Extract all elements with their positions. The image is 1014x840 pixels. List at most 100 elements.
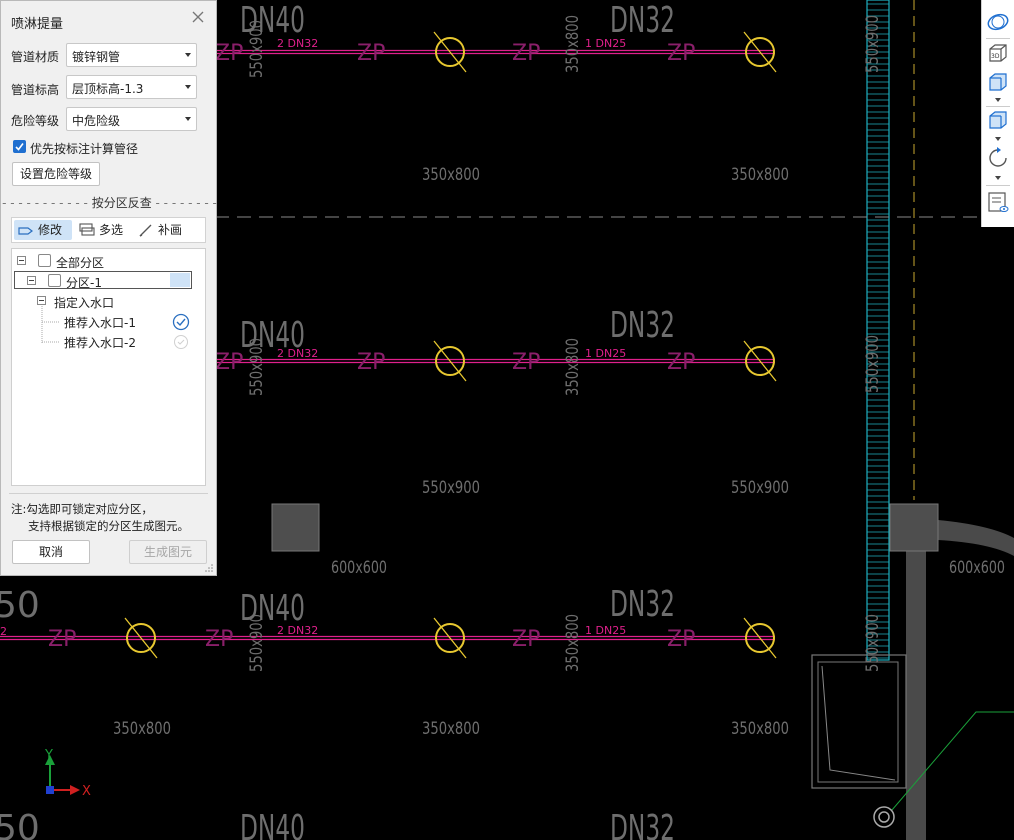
zp-marker: ZP xyxy=(357,41,385,66)
hazard-level-label: 危险等级 xyxy=(11,114,60,128)
zp-marker: ZP xyxy=(512,350,540,375)
axis-x-label: X xyxy=(82,784,91,799)
tool-modify-button[interactable]: 修改 xyxy=(14,220,72,240)
chevron-down-icon[interactable] xyxy=(995,98,1001,102)
chevron-down-icon xyxy=(185,117,191,121)
tree-item-inlet-1[interactable]: 推荐入水口-1 xyxy=(64,314,136,331)
3d-view-icon[interactable]: 3D xyxy=(986,41,1010,65)
zone-tree: 全部分区 分区-1 指定入水口 推荐入水口-1 推荐入水口-2 xyxy=(11,248,206,486)
tool-multiselect-button[interactable]: 多选 xyxy=(75,220,133,240)
note-line-2: 支持根据锁定的分区生成图元。 xyxy=(28,519,189,533)
view-cube-icon[interactable] xyxy=(986,70,1010,94)
tool-modify-label: 修改 xyxy=(38,223,63,237)
zp-marker: ZP xyxy=(667,627,695,652)
divider xyxy=(9,493,208,494)
pipe-count-label: 2 DN32 xyxy=(277,624,318,637)
section-title: 按分区反查 xyxy=(91,196,152,210)
checkmark-icon xyxy=(15,143,24,151)
cancel-button[interactable]: 取消 xyxy=(12,540,90,564)
pipe-count-label: 1 DN25 xyxy=(585,37,626,50)
wall-segment xyxy=(906,540,926,840)
pipe-size-label-partial: 50 xyxy=(0,808,40,840)
tool-multiselect-label: 多选 xyxy=(99,223,124,237)
pipe-count-label: 2 DN32 xyxy=(277,37,318,50)
layer-visibility-icon[interactable] xyxy=(986,190,1010,214)
beam-size-label: 350x800 xyxy=(422,165,480,185)
chevron-down-icon[interactable] xyxy=(995,137,1001,141)
pipe-size-label: DN32 xyxy=(610,305,675,346)
generate-elements-button[interactable]: 生成图元 xyxy=(129,540,207,564)
pipe-size-label: DN32 xyxy=(610,0,675,41)
toolbar-separator xyxy=(986,106,1010,107)
pipe-count-label: 2 DN32 xyxy=(277,347,318,360)
pipe-material-value: 镀锌钢管 xyxy=(72,50,121,64)
pipe-elevation-select[interactable]: 层顶标高-1.3 xyxy=(66,75,197,99)
modify-icon xyxy=(18,227,33,235)
beam-size-label: 550x900 xyxy=(731,478,789,498)
box-view-icon[interactable] xyxy=(986,108,1010,132)
pipe-count-label: 1 DN25 xyxy=(585,347,626,360)
pencil-icon xyxy=(139,224,152,237)
pipe-size-label-partial: 50 xyxy=(0,585,40,626)
beam-size-label-vertical: 550x900 xyxy=(247,614,267,672)
zone-tools-toolbar: 修改 多选 补画 xyxy=(11,217,206,243)
tool-redraw-button[interactable]: 补画 xyxy=(134,220,192,240)
toolbar-separator xyxy=(986,185,1010,186)
beam-size-label: 550x900 xyxy=(422,478,480,498)
cyan-ladder xyxy=(866,0,890,661)
beam-size-label: 350x800 xyxy=(113,719,171,739)
toolbar-separator xyxy=(986,38,1010,39)
dialog-title: 喷淋提量 xyxy=(11,17,64,32)
zp-marker: ZP xyxy=(215,41,243,66)
curved-wall xyxy=(938,520,1014,556)
priority-checkbox-label[interactable]: 优先按标注计算管径 xyxy=(30,140,138,157)
tool-redraw-label: 补画 xyxy=(158,223,183,237)
zp-marker: ZP xyxy=(48,627,76,652)
hazard-level-value: 中危险级 xyxy=(72,114,121,128)
pipe-elevation-label: 管道标高 xyxy=(11,83,60,97)
beam-size-label: 350x800 xyxy=(731,719,789,739)
zp-marker: ZP xyxy=(667,41,695,66)
zp-marker: ZP xyxy=(205,627,233,652)
view-toolbar: 3D xyxy=(981,0,1014,227)
riser-symbol xyxy=(873,806,895,828)
beam-size-label-vertical: 550x900 xyxy=(863,15,883,73)
beam-size-label-vertical: 350x800 xyxy=(563,338,583,396)
pipe-count-label: 1 DN25 xyxy=(585,624,626,637)
orbit-icon[interactable] xyxy=(986,10,1010,34)
svg-text:3D: 3D xyxy=(991,53,1000,60)
column-block xyxy=(271,503,320,552)
pipe-size-label: DN32 xyxy=(610,584,675,625)
chevron-down-icon[interactable] xyxy=(995,176,1001,180)
zp-marker: ZP xyxy=(512,627,540,652)
equipment-box xyxy=(811,654,907,789)
set-hazard-button[interactable]: 设置危险等级 xyxy=(12,162,100,186)
tree-item-inlet-2[interactable]: 推荐入水口-2 xyxy=(64,334,136,351)
zp-marker: ZP xyxy=(215,350,243,375)
riser-symbol-inner xyxy=(878,811,890,823)
close-icon[interactable] xyxy=(190,9,206,25)
beam-size-label: 350x800 xyxy=(422,719,480,739)
zp-marker: ZP xyxy=(667,350,695,375)
pipe-material-label: 管道材质 xyxy=(11,50,60,64)
check-circle-icon[interactable] xyxy=(172,313,190,331)
priority-checkbox[interactable] xyxy=(13,140,26,153)
beam-size-label-vertical: 350x800 xyxy=(563,15,583,73)
beam-size-label-vertical: 550x900 xyxy=(247,20,267,78)
multiselect-icon xyxy=(79,223,95,236)
pipe-elevation-value: 层顶标高-1.3 xyxy=(72,82,144,96)
sprinkler-takeoff-dialog: 喷淋提量 管道材质 镀锌钢管 管道标高 层顶标高-1.3 危险等级 中危险级 优… xyxy=(0,0,217,576)
chevron-down-icon xyxy=(185,53,191,57)
column-block xyxy=(889,503,939,552)
note-line-1: 注:勾选即可锁定对应分区， xyxy=(11,502,153,516)
zp-marker: ZP xyxy=(512,41,540,66)
pipe-material-select[interactable]: 镀锌钢管 xyxy=(66,43,197,67)
check-circle-icon-faded[interactable] xyxy=(173,334,189,350)
resize-grip-icon[interactable] xyxy=(205,564,213,572)
beam-size-label-vertical: 550x900 xyxy=(863,335,883,393)
zp-marker: ZP xyxy=(357,350,385,375)
hazard-level-select[interactable]: 中危险级 xyxy=(66,107,197,131)
beam-size-label-vertical: 550x900 xyxy=(247,338,267,396)
rotate-icon[interactable] xyxy=(986,146,1010,170)
pipe-size-label: DN40 xyxy=(240,808,305,840)
